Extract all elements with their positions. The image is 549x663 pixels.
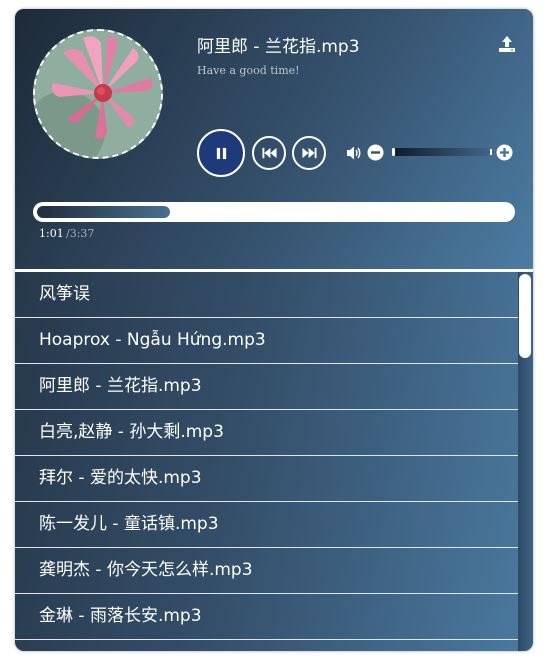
playlist-item[interactable]: 陈一发儿 - 童话镇.mp3: [15, 502, 518, 548]
volume-slider-end: [490, 149, 492, 155]
album-cover: [33, 29, 163, 159]
skip-forward-icon: [301, 147, 317, 159]
current-time: 1:01: [39, 227, 64, 240]
volume-slider-handle[interactable]: [392, 148, 395, 156]
skip-back-icon: [261, 147, 277, 159]
volume-icon[interactable]: [346, 145, 362, 161]
playlist-item[interactable]: 拜尔 - 爱的太快.mp3: [15, 456, 518, 502]
total-time: /3:37: [66, 227, 95, 240]
volume-up-button[interactable]: [496, 144, 513, 161]
pause-icon: [216, 147, 226, 159]
flower-image: [35, 31, 161, 157]
progress-bar-fill: [37, 206, 170, 218]
tagline: Have a good time!: [197, 64, 300, 77]
now-playing-panel: 阿里郎 - 兰花指.mp3 Have a good time! 1:01 /3:…: [15, 9, 533, 270]
playlist-scrollbar-thumb[interactable]: [519, 274, 531, 358]
minus-icon: [367, 144, 384, 161]
playlist-item[interactable]: Hoaprox - Ngẫu Hứng.mp3: [15, 318, 518, 364]
music-player: 阿里郎 - 兰花指.mp3 Have a good time! 1:01 /3:…: [15, 9, 533, 651]
progress-bar[interactable]: [33, 202, 515, 222]
playlist-item[interactable]: 风筝误: [15, 272, 518, 318]
play-pause-button[interactable]: [197, 129, 245, 177]
playlist-item[interactable]: 阿里郎 - 兰花指.mp3: [15, 364, 518, 410]
upload-icon[interactable]: [498, 35, 516, 53]
next-track-button[interactable]: [292, 136, 326, 170]
volume-down-button[interactable]: [367, 144, 384, 161]
playlist: 风筝误 Hoaprox - Ngẫu Hứng.mp3 阿里郎 - 兰花指.mp…: [15, 272, 518, 651]
playlist-item[interactable]: 龚明杰 - 你今天怎么样.mp3: [15, 548, 518, 594]
previous-track-button[interactable]: [252, 136, 286, 170]
plus-icon: [496, 144, 513, 161]
playlist-item[interactable]: 白亮,赵静 - 孙大剩.mp3: [15, 410, 518, 456]
volume-slider[interactable]: [393, 148, 491, 156]
playlist-item[interactable]: 金琳 - 雨落长安.mp3: [15, 594, 518, 640]
song-title: 阿里郎 - 兰花指.mp3: [197, 37, 360, 57]
